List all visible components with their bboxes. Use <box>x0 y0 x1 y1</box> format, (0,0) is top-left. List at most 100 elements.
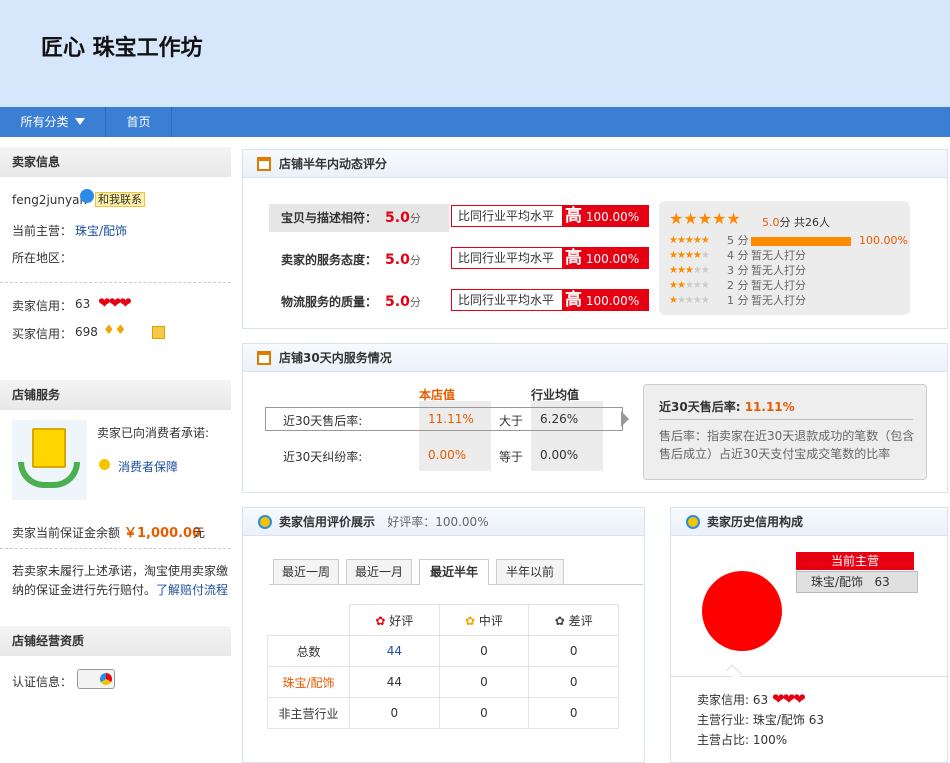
history-title: 卖家历史信用构成 <box>707 515 804 529</box>
rating-unit: 分 <box>409 254 421 267</box>
deposit-label: 卖家当前保证金余额 <box>12 526 121 540</box>
rating-row-logistics[interactable]: 物流服务的质量： 5.0分 <box>269 288 421 316</box>
main-business-label: 当前主营： <box>12 224 73 238</box>
breakdown-row: ★★★★★ 3 分暂无人打分 <box>669 264 904 278</box>
rating-value: 5.0 <box>385 252 410 268</box>
breakdown-text: 暂无人打分 <box>751 294 806 307</box>
tab-last-week[interactable]: 最近一周 <box>273 559 339 584</box>
seller-username[interactable]: feng2junyan <box>12 193 87 207</box>
history-heading: 卖家历史信用构成 <box>671 508 947 536</box>
compare-label: 比同行业平均水平 <box>458 293 555 307</box>
rating-row-service[interactable]: 卖家的服务态度： 5.0分 <box>269 246 421 274</box>
history-industry-value: 珠宝/配饰 63 <box>752 713 825 727</box>
nav-all-categories-label: 所有分类 <box>20 115 69 129</box>
deposit-note-line2: 纳的保证金进行先行赔付。了解赔付流程 <box>12 581 228 598</box>
history-ratio-value: 100% <box>752 733 788 747</box>
tip-description: 售后率：指卖家在近30天退款成功的笔数（包含售后成立）占近30天支付宝成交笔数的… <box>659 429 915 461</box>
row-shop-value: 0.00% <box>428 448 467 462</box>
col-bad-label: 差评 <box>568 613 593 628</box>
category-legend: 珠宝/配饰 63 <box>796 571 918 593</box>
summary-unit: 分 <box>779 216 791 229</box>
compare-box: 比同行业平均水平高 100.00% <box>451 247 649 269</box>
credit-review-table: ✿ 好评 ✿ 中评 ✿ 差评 总数 44 0 0 珠宝/配饰 44 0 0 非主… <box>267 604 619 729</box>
compare-percent: 100.00% <box>585 252 640 266</box>
compare-box: 比同行业平均水平高 100.00% <box>451 289 649 311</box>
compare-percent: 100.00% <box>585 294 640 308</box>
certificate-icon[interactable] <box>77 669 115 689</box>
star-icon: ★★★★★ <box>669 280 710 291</box>
chevron-down-icon <box>74 118 85 125</box>
compare-level: 高 <box>565 248 582 268</box>
table-cell[interactable]: 44 <box>349 635 440 667</box>
breakdown-percent: 100.00% <box>859 234 908 247</box>
medal-icon <box>152 326 165 339</box>
divider <box>0 548 231 549</box>
row-label[interactable]: 近30天售后率: <box>283 412 362 429</box>
wangwang-icon[interactable] <box>80 189 94 203</box>
breakdown-label: 3 分 <box>727 264 749 277</box>
dynamic-rating-heading: 店铺半年内动态评分 <box>243 150 947 178</box>
deposit-unit: 元 <box>193 526 206 540</box>
rating-label: 卖家的服务态度： <box>281 253 378 267</box>
tab-last-half-year[interactable]: 最近半年 <box>419 559 489 585</box>
qualification-heading: 店铺经营资质 <box>0 626 231 656</box>
credit-review-panel: 卖家信用评价展示 好评率：100.00% 最近一周 最近一月 最近半年 半年以前… <box>242 507 645 763</box>
star-icon: ★★★★★ <box>669 295 710 306</box>
summary-score: 5.0分 共26人 <box>762 214 830 230</box>
row-industry-value: 0.00% <box>540 448 579 462</box>
shop-service-heading: 店铺服务 <box>0 380 231 410</box>
nav-home[interactable]: 首页 <box>106 107 172 137</box>
row-label: 总数 <box>267 635 350 667</box>
table-cell: 0 <box>528 666 619 698</box>
tab-before-half-year[interactable]: 半年以前 <box>496 559 564 584</box>
history-industry-label: 主营行业: <box>697 713 750 727</box>
seller-info-heading: 卖家信息 <box>0 147 231 177</box>
summary-count: 共26人 <box>794 216 830 229</box>
main-business-link[interactable]: 珠宝/配饰 <box>75 222 127 239</box>
diamond-icon: ♦♦ <box>103 323 127 338</box>
calendar-icon <box>257 351 271 365</box>
rating-unit: 分 <box>409 296 421 309</box>
flower-yellow-icon: ✿ <box>465 613 476 628</box>
table-row: 珠宝/配饰 44 0 0 <box>267 666 619 698</box>
contact-me-button[interactable]: 和我联系 <box>95 192 145 207</box>
seller-credit-value: 63 <box>75 297 91 311</box>
breakdown-text: 暂无人打分 <box>751 279 806 292</box>
row-industry-value: 6.26% <box>540 412 579 426</box>
claim-process-link[interactable]: 了解赔付流程 <box>156 583 228 597</box>
credit-review-heading: 卖家信用评价展示 好评率：100.00% <box>243 508 644 536</box>
rating-row-description[interactable]: 宝贝与描述相符： 5.0分 <box>269 204 421 232</box>
history-industry: 主营行业: 珠宝/配饰 63 <box>697 711 824 728</box>
divider <box>0 282 231 283</box>
legend-value: 63 <box>874 575 890 589</box>
compare-label: 比同行业平均水平 <box>458 251 555 265</box>
breakdown-label: 5 分 <box>727 234 749 247</box>
row-label[interactable]: 近30天纠纷率: <box>283 448 362 465</box>
tip-title-label: 近30天售后率: <box>659 400 741 414</box>
breakdown-text: 暂无人打分 <box>751 249 806 262</box>
col-good: ✿ 好评 <box>349 604 440 636</box>
cert-label: 认证信息： <box>12 675 73 689</box>
nav-all-categories[interactable]: 所有分类 <box>0 107 106 137</box>
compare-level: 高 <box>565 206 582 226</box>
user-icon <box>258 515 272 529</box>
col-neutral: ✿ 中评 <box>438 604 530 636</box>
col-bad: ✿ 差评 <box>528 604 619 636</box>
rating-label: 宝贝与描述相符： <box>281 211 378 225</box>
good-rate: 好评率：100.00% <box>387 515 489 529</box>
tab-last-month[interactable]: 最近一月 <box>346 559 412 584</box>
consumer-protection-link[interactable]: 消费者保障 <box>118 458 178 475</box>
breakdown-row: ★★★★★ 4 分暂无人打分 <box>669 249 904 263</box>
flower-red-icon: ✿ <box>375 613 386 628</box>
location-label: 所在地区： <box>12 251 73 265</box>
history-seller-credit: 卖家信用: 63 ❤❤❤ <box>697 690 806 708</box>
compare-level: 高 <box>565 290 582 310</box>
compare-percent: 100.00% <box>585 210 640 224</box>
credit-review-title: 卖家信用评价展示 <box>279 515 376 529</box>
divider <box>671 676 947 677</box>
table-cell: 0 <box>438 697 530 729</box>
rating-unit: 分 <box>409 212 421 225</box>
compare-box: 比同行业平均水平高 100.00% <box>451 205 649 227</box>
row-shop-value: 11.11% <box>428 412 474 426</box>
table-header-row: ✿ 好评 ✿ 中评 ✿ 差评 <box>267 604 619 636</box>
